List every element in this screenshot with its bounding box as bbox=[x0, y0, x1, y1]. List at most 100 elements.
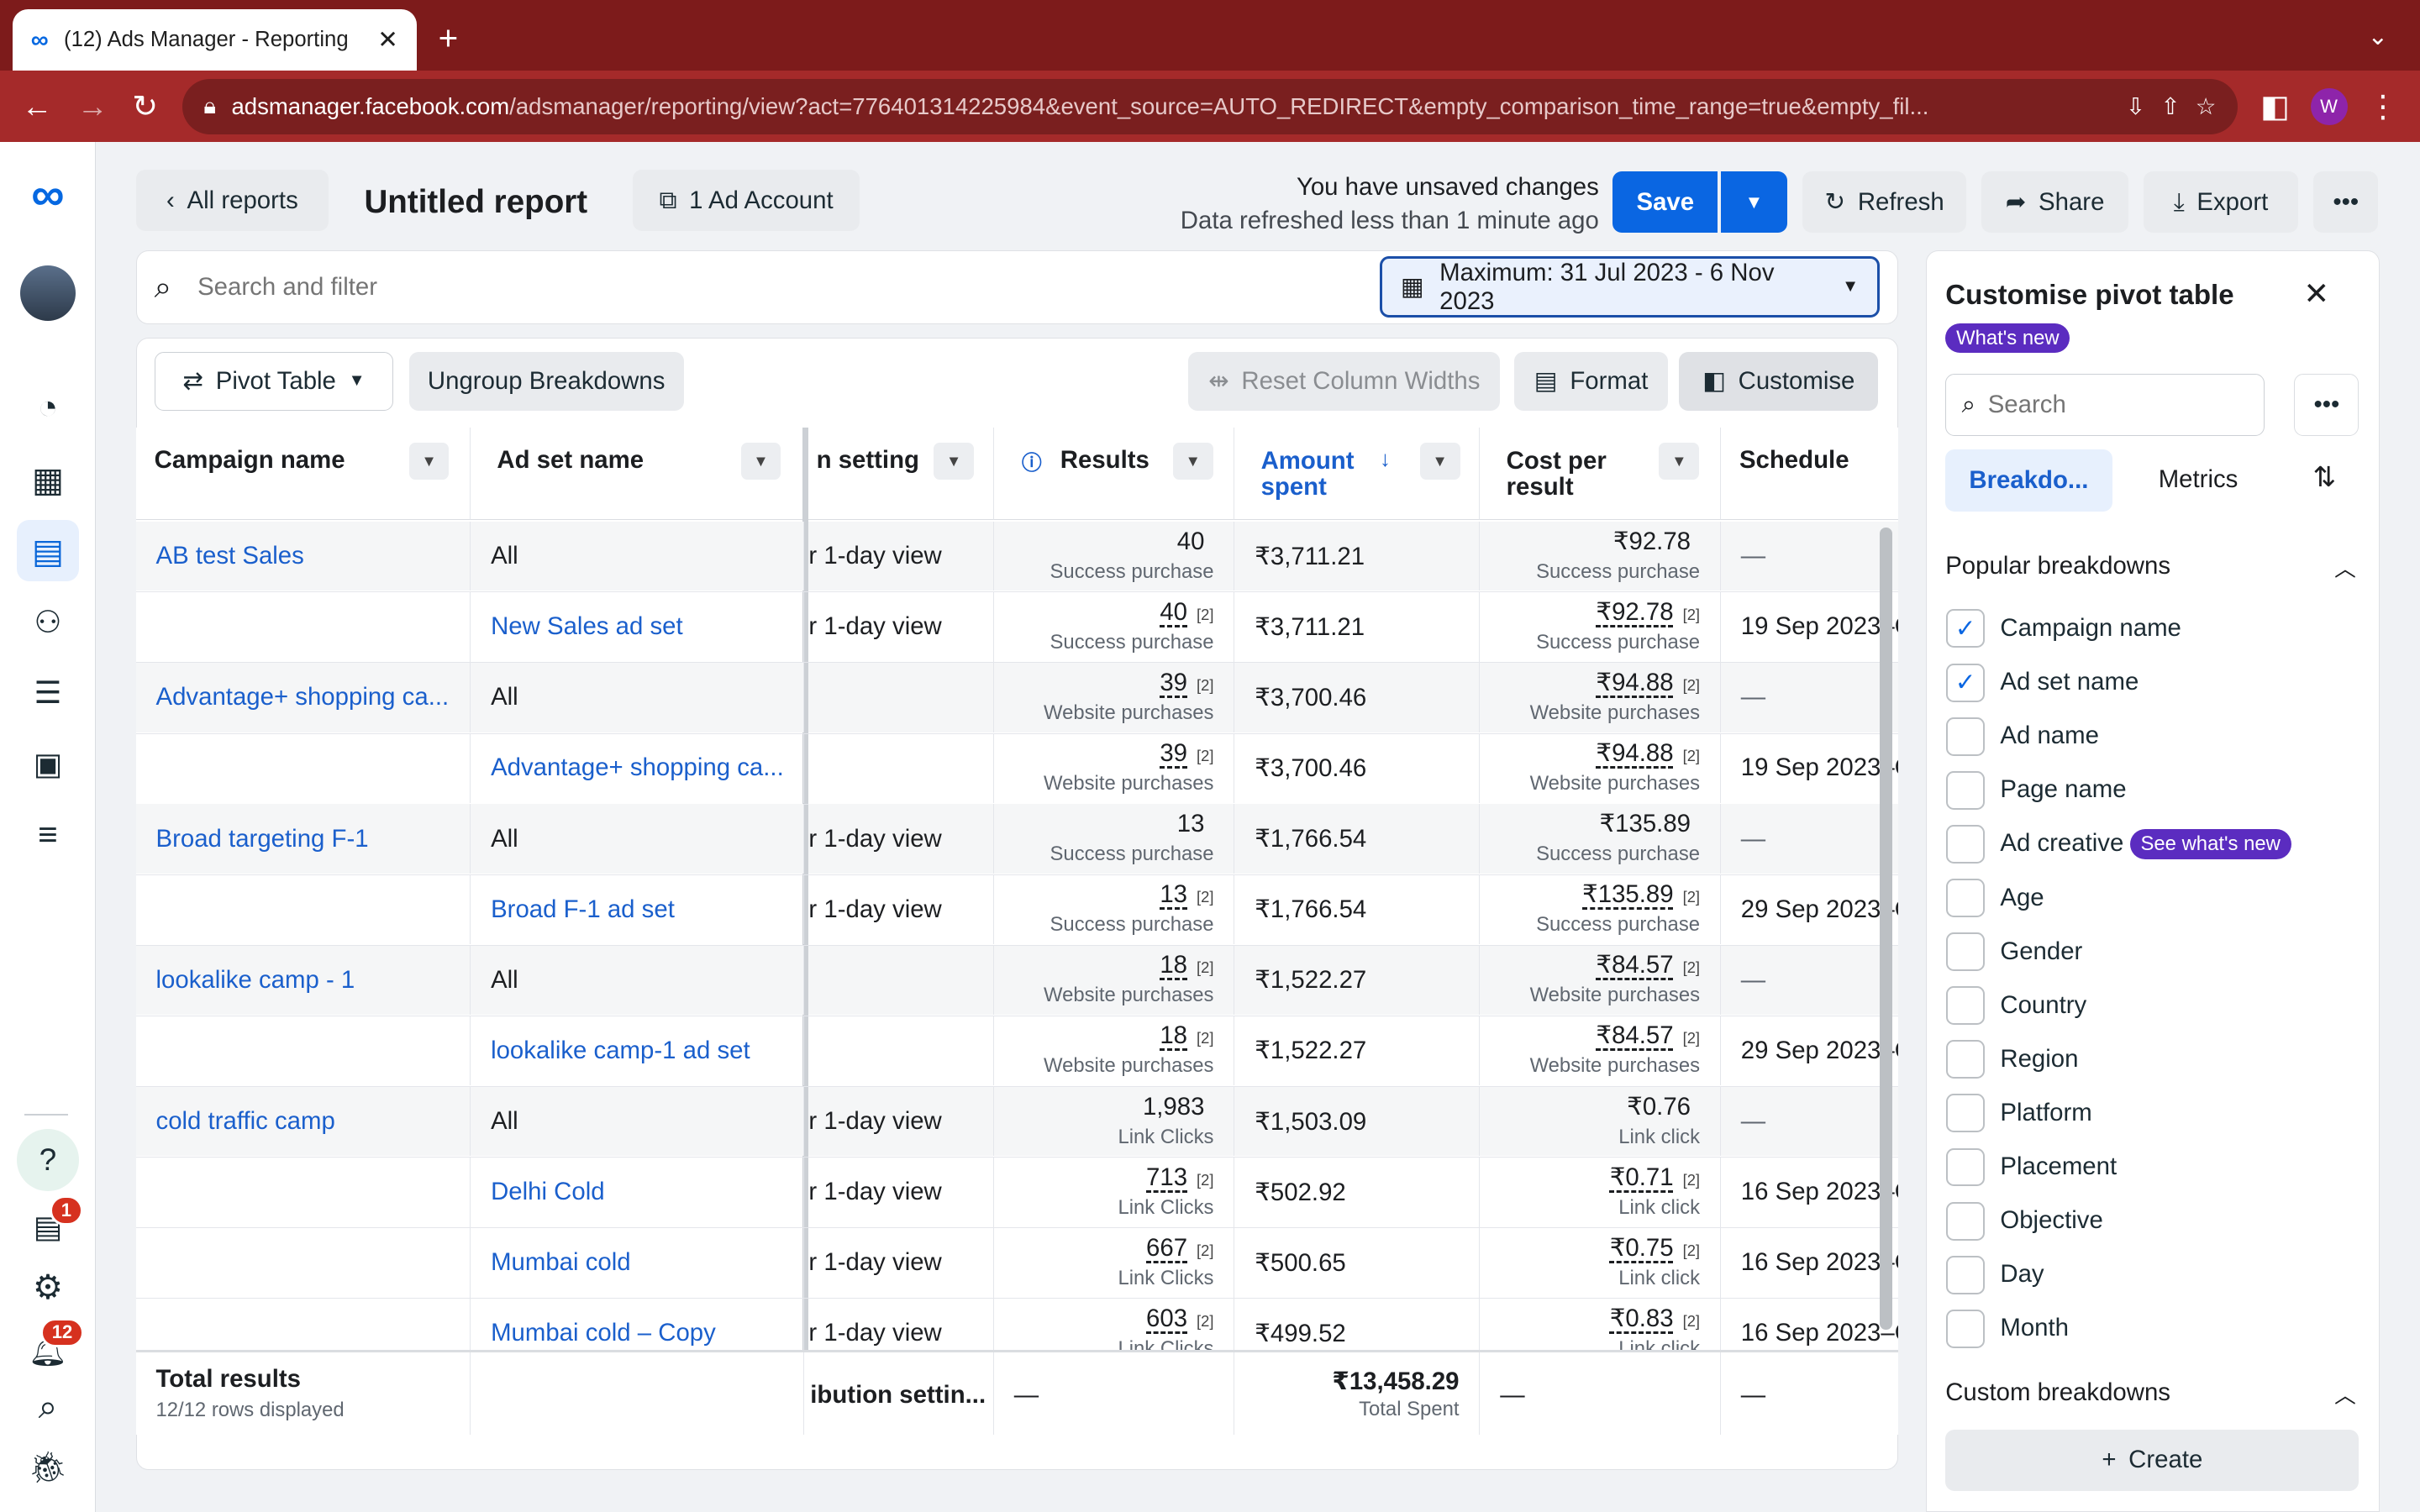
popular-breakdowns-heading[interactable]: Popular breakdowns bbox=[1945, 552, 2170, 580]
audiences-icon[interactable]: ⚇ bbox=[17, 591, 78, 652]
breakdown-checkbox[interactable] bbox=[1946, 824, 1985, 864]
all-reports-button[interactable]: ‹ All reports bbox=[135, 170, 329, 232]
breakdown-checkbox[interactable] bbox=[1946, 1094, 1985, 1133]
browser-menu-icon[interactable]: ⋮ bbox=[2358, 81, 2407, 131]
breakdown-label[interactable]: Month bbox=[2000, 1314, 2069, 1342]
chevron-up-icon[interactable]: ︿ bbox=[2334, 1378, 2356, 1410]
breakdown-label[interactable]: Objective bbox=[2000, 1206, 2102, 1235]
reload-icon[interactable]: ↻ bbox=[120, 81, 170, 131]
breakdown-checkbox[interactable] bbox=[1946, 1201, 1985, 1241]
campaign-name-cell[interactable]: lookalike camp - 1 bbox=[135, 945, 471, 1016]
footnote-marker[interactable]: [2] bbox=[1683, 606, 1700, 623]
ad-set-name-text[interactable]: Advantage+ shopping ca... bbox=[491, 753, 784, 782]
billing-icon[interactable]: ☰ bbox=[17, 662, 78, 723]
footnote-marker[interactable]: [2] bbox=[1197, 1171, 1213, 1189]
address-bar[interactable]: 🔒︎ adsmanager.facebook.com/adsmanager/re… bbox=[182, 78, 2238, 134]
panel-search-input[interactable] bbox=[1987, 391, 2220, 420]
close-panel-icon[interactable]: ✕ bbox=[2303, 276, 2329, 312]
breakdown-label[interactable]: Region bbox=[2000, 1045, 2078, 1074]
ad-set-name-text[interactable]: New Sales ad set bbox=[491, 612, 683, 641]
breakdown-label[interactable]: Country bbox=[2000, 991, 2086, 1020]
date-range-picker[interactable]: ▦ Maximum: 31 Jul 2023 - 6 Nov 2023 ▼ bbox=[1380, 255, 1881, 318]
breakdown-label[interactable]: Placement bbox=[2000, 1152, 2117, 1181]
vertical-scrollbar[interactable] bbox=[1880, 528, 1892, 1331]
breakdown-checkbox[interactable] bbox=[1946, 770, 1985, 810]
settings-gear-icon[interactable]: ⚙ bbox=[17, 1256, 78, 1317]
campaign-name-cell[interactable]: AB test Sales bbox=[135, 521, 471, 591]
sort-order-icon[interactable]: ⇅ bbox=[2312, 460, 2336, 494]
footnote-marker[interactable]: [2] bbox=[1197, 1029, 1213, 1047]
panel-search-field[interactable]: ⌕ bbox=[1945, 374, 2265, 436]
back-icon[interactable]: ← bbox=[13, 81, 62, 131]
breakdown-checkbox[interactable] bbox=[1946, 717, 1985, 756]
side-panel-icon[interactable]: ◧ bbox=[2250, 81, 2300, 131]
breakdown-label[interactable]: Platform bbox=[2000, 1099, 2091, 1127]
footnote-marker[interactable]: [2] bbox=[1197, 1242, 1213, 1259]
custom-breakdowns-heading[interactable]: Custom breakdowns bbox=[1945, 1378, 2170, 1407]
ad-set-name-cell[interactable]: lookalike camp-1 ad set bbox=[471, 1016, 804, 1086]
ad-set-name-cell[interactable]: Mumbai cold bbox=[471, 1228, 804, 1298]
format-button[interactable]: ▤ Format bbox=[1513, 351, 1669, 411]
footnote-marker[interactable]: [2] bbox=[1683, 1029, 1700, 1047]
reporting-icon[interactable]: ▤ bbox=[17, 519, 79, 582]
ad-set-name-text[interactable]: Mumbai cold bbox=[491, 1248, 631, 1277]
whats-new-badge[interactable]: What's new bbox=[1945, 323, 2070, 354]
column-menu-button[interactable]: ▼ bbox=[1172, 443, 1213, 480]
breakdown-label[interactable]: Ad creative bbox=[2000, 829, 2123, 858]
pivot-table-dropdown[interactable]: ⇄ Pivot Table ▼ bbox=[154, 351, 394, 411]
share-button[interactable]: ➦ Share bbox=[1981, 171, 2128, 234]
footnote-marker[interactable]: [2] bbox=[1683, 888, 1700, 906]
campaign-name-cell[interactable]: Broad targeting F-1 bbox=[135, 804, 471, 874]
breakdown-label[interactable]: Page name bbox=[2000, 775, 2126, 804]
customise-button[interactable]: ◧ Customise bbox=[1679, 351, 1879, 411]
dashboard-icon[interactable]: ◔ bbox=[17, 376, 78, 438]
breakdown-checkbox[interactable] bbox=[1946, 1040, 1985, 1079]
footnote-marker[interactable]: [2] bbox=[1683, 1242, 1700, 1259]
footnote-marker[interactable]: [2] bbox=[1197, 958, 1213, 976]
ad-set-name-cell[interactable]: Advantage+ shopping ca... bbox=[471, 733, 804, 803]
see-whats-new-badge[interactable]: See what's new bbox=[2129, 829, 2291, 859]
breakdown-checkbox[interactable]: ✓ bbox=[1946, 663, 1985, 702]
campaign-name-link[interactable]: lookalike camp - 1 bbox=[156, 966, 355, 995]
breakdown-label[interactable]: Age bbox=[2000, 884, 2044, 912]
col-header-schedule[interactable]: Schedule bbox=[1720, 428, 1899, 520]
breakdown-checkbox[interactable] bbox=[1946, 1147, 1985, 1187]
ad-set-name-cell[interactable]: Delhi Cold bbox=[471, 1157, 804, 1227]
ad-set-name-cell[interactable]: Broad F-1 ad set bbox=[471, 874, 804, 945]
footnote-marker[interactable]: [2] bbox=[1197, 747, 1213, 764]
footnote-marker[interactable]: [2] bbox=[1197, 888, 1213, 906]
column-menu-button[interactable]: ▼ bbox=[408, 443, 450, 480]
campaign-name-cell[interactable]: cold traffic camp bbox=[135, 1086, 471, 1157]
close-tab-icon[interactable]: ✕ bbox=[377, 25, 398, 55]
ungroup-breakdowns-button[interactable]: Ungroup Breakdowns bbox=[408, 351, 684, 411]
breakdown-checkbox[interactable] bbox=[1946, 879, 1985, 917]
campaign-name-link[interactable]: AB test Sales bbox=[156, 542, 304, 570]
share-page-icon[interactable]: ⇧ bbox=[2160, 93, 2180, 120]
ad-set-name-text[interactable]: Broad F-1 ad set bbox=[491, 895, 675, 924]
footnote-marker[interactable]: [2] bbox=[1683, 676, 1700, 694]
footnote-marker[interactable]: [2] bbox=[1197, 606, 1213, 623]
campaign-name-link[interactable]: cold traffic camp bbox=[156, 1107, 335, 1136]
table-icon[interactable]: ▦ bbox=[17, 449, 78, 510]
panel-more-button[interactable]: ••• bbox=[2294, 374, 2360, 436]
breakdown-label[interactable]: Ad name bbox=[2000, 722, 2099, 750]
ad-set-name-text[interactable]: Mumbai cold – Copy bbox=[491, 1319, 716, 1347]
breakdown-checkbox[interactable] bbox=[1946, 1255, 1985, 1294]
bug-report-icon[interactable]: 🐞︎ bbox=[17, 1436, 78, 1498]
search-filter-input[interactable] bbox=[197, 265, 1355, 309]
ad-account-button[interactable]: ⧉ 1 Ad Account bbox=[633, 170, 860, 232]
footnote-marker[interactable]: [2] bbox=[1683, 1312, 1700, 1330]
export-button[interactable]: ⤓ Export bbox=[2144, 171, 2298, 234]
footnote-marker[interactable]: [2] bbox=[1683, 958, 1700, 976]
refresh-button[interactable]: ↻ Refresh bbox=[1802, 171, 1966, 234]
ad-set-name-text[interactable]: lookalike camp-1 ad set bbox=[491, 1037, 750, 1065]
help-icon[interactable]: ? bbox=[17, 1129, 79, 1191]
create-breakdown-button[interactable]: + Create bbox=[1945, 1429, 2360, 1492]
meta-logo-icon[interactable]: ∞ bbox=[17, 164, 78, 225]
catalog-icon[interactable]: ▣ bbox=[17, 732, 78, 794]
tab-list-chevron-icon[interactable]: ⌄ bbox=[2367, 22, 2388, 51]
tab-metrics[interactable]: Metrics bbox=[2159, 465, 2238, 494]
reset-column-widths-button[interactable]: ⇹ Reset Column Widths bbox=[1188, 351, 1501, 411]
breakdown-label[interactable]: Ad set name bbox=[2000, 668, 2139, 696]
breakdown-label[interactable]: Campaign name bbox=[2000, 614, 2181, 643]
